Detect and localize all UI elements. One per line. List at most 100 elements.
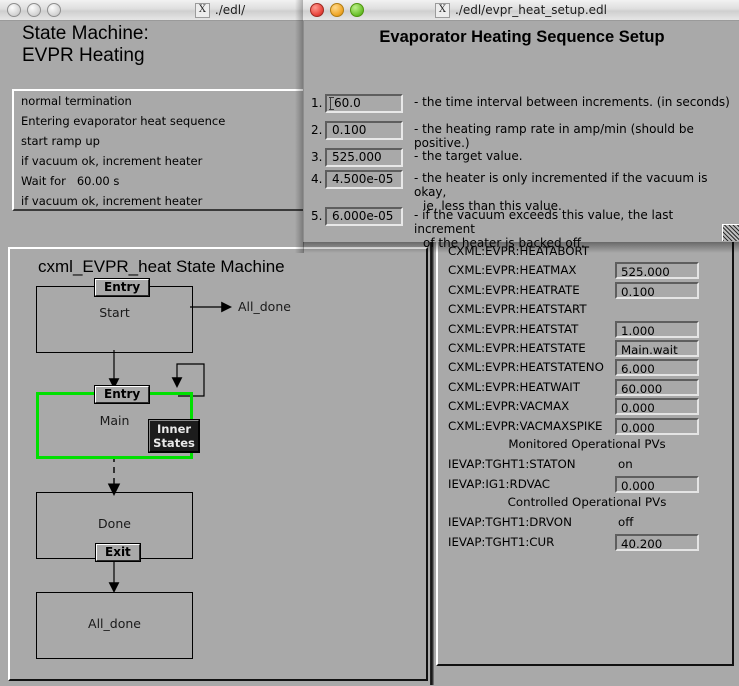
dialog-titlebar[interactable]: X ./edl/evpr_heat_setup.edl — [303, 0, 739, 21]
transition-label-all-done: All_done — [238, 299, 291, 314]
pv-list-panel: CXML:EVPR:HEATABORT CXML:EVPR:HEATMAX 525.… — [436, 238, 734, 666]
pv-value-field[interactable]: Main.wait — [615, 339, 699, 357]
message-log[interactable]: normal termination Entering evaporator h… — [12, 89, 307, 211]
entry-description-line2: of the heater is backed off. — [423, 236, 585, 250]
state-box-main[interactable]: Entry Main Inner States — [36, 386, 199, 459]
pv-value-field[interactable]: 40.200 — [615, 533, 699, 551]
pv-value-field[interactable]: 0.000 — [615, 398, 699, 416]
maximize-button[interactable] — [47, 3, 61, 17]
page-title-line1: State Machine: — [22, 23, 149, 44]
log-line: Wait for 60.00 s — [21, 174, 120, 188]
x-icon: X — [434, 2, 450, 18]
close-button[interactable] — [7, 3, 21, 17]
pv-name: CXML:EVPR:HEATRATE — [448, 282, 580, 297]
pv-row: CXML:EVPR:HEATSTAT 1.000 — [438, 320, 732, 340]
entry-description-line1: - the heating ramp rate in amp/min (shou… — [414, 122, 694, 150]
minimize-button[interactable] — [330, 3, 344, 17]
pv-name: CXML:EVPR:HEATSTATE — [448, 340, 586, 355]
pv-value-field[interactable]: 1.000 — [615, 320, 699, 338]
inner-states-line1: Inner — [156, 422, 192, 436]
pv-name: CXML:EVPR:HEATMAX — [448, 263, 577, 278]
entry-value-input[interactable]: 525.000 — [325, 148, 403, 167]
pv-section-header: Monitored Operational PVs — [438, 437, 732, 456]
entry-number: 3. — [311, 150, 323, 164]
pv-name: CXML:EVPR:VACMAXSPIKE — [448, 418, 603, 433]
inner-states-button[interactable]: Inner States — [149, 420, 199, 452]
pv-rows: CXML:EVPR:HEATABORT CXML:EVPR:HEATMAX 525.… — [438, 240, 732, 553]
close-button[interactable] — [310, 3, 324, 17]
pv-name: CXML:EVPR:HEATSTATENO — [448, 360, 604, 375]
state-entry-tag[interactable]: Entry — [95, 279, 150, 296]
maximize-button[interactable] — [350, 3, 364, 17]
entry-value-input[interactable]: 60.0 — [325, 94, 403, 113]
pv-value-field[interactable]: 6.000 — [615, 359, 699, 377]
entry-description: - the heating ramp rate in amp/min (shou… — [414, 122, 734, 150]
entry-description-line1: - the heater is only incremented if the … — [414, 171, 708, 199]
pv-row: CXML:EVPR:HEATWAIT 60.000 — [438, 378, 732, 398]
entry-description: - the heater is only incremented if the … — [414, 171, 734, 213]
pv-row: IEVAP:TGHT1:CUR 40.200 — [438, 533, 732, 553]
pv-row: CXML:EVPR:HEATSTATE Main.wait — [438, 339, 732, 359]
x-icon: X — [194, 2, 210, 18]
dialog-heading: Evaporator Heating Sequence Setup — [379, 28, 665, 46]
state-label: Start — [99, 305, 130, 320]
pv-value-field[interactable]: 0.000 — [615, 417, 699, 435]
entry-value-input[interactable]: 6.000e-05 — [325, 207, 403, 226]
pv-row: IEVAP:IG1:RDVAC 0.000 — [438, 475, 732, 495]
entry-value-text: 60.0 — [334, 96, 361, 110]
entry-number: 1. — [311, 96, 323, 110]
page-title-line2: EVPR Heating — [22, 45, 145, 66]
pv-section-label: Controlled Operational PVs — [507, 495, 667, 510]
pv-value-field[interactable]: 60.000 — [615, 378, 699, 396]
pv-name: IEVAP:TGHT1:STATON — [448, 457, 576, 472]
entry-description: - if the vacuum exceeds this value, the … — [414, 208, 734, 250]
pv-row: IEVAP:TGHT1:STATON on — [438, 456, 732, 475]
entry-description: - the target value. — [414, 149, 734, 163]
text-caret — [329, 97, 336, 110]
resize-grip[interactable] — [722, 224, 739, 241]
pv-row: CXML:EVPR:HEATSTART — [438, 301, 732, 320]
state-box-all-done[interactable]: All_done — [36, 592, 193, 659]
pv-row: CXML:EVPR:HEATSTATENO 6.000 — [438, 359, 732, 378]
entry-number: 4. — [311, 172, 323, 186]
entry-description: - the time interval between increments. … — [414, 95, 734, 109]
bg-window-buttons[interactable] — [0, 3, 61, 17]
dialog-title-group: X ./edl/evpr_heat_setup.edl — [303, 0, 739, 20]
minimize-button[interactable] — [27, 3, 41, 17]
pv-value-text: on — [618, 457, 633, 472]
log-line: if vacuum ok, increment heater — [21, 154, 203, 168]
pv-name: IEVAP:IG1:RDVAC — [448, 476, 550, 491]
state-box-start[interactable]: Entry Start — [36, 279, 193, 353]
pv-value-field[interactable]: 0.100 — [615, 281, 699, 299]
state-label: All_done — [88, 616, 141, 631]
entry-number: 2. — [311, 123, 323, 137]
pv-value-field[interactable]: 525.000 — [615, 262, 699, 280]
pv-row: CXML:EVPR:HEATMAX 525.000 — [438, 262, 732, 281]
state-machine-diagram-panel: cxml_EVPR_heat State Machine Entry Start… — [8, 247, 428, 681]
pv-name: CXML:EVPR:VACMAX — [448, 399, 570, 414]
pv-value-field[interactable]: 0.000 — [615, 475, 699, 493]
state-label: Done — [98, 516, 131, 531]
state-entry-tag[interactable]: Entry — [95, 386, 150, 403]
entry-description-line1: - the time interval between increments. … — [414, 95, 730, 109]
pv-row: CXML:EVPR:HEATRATE 0.100 — [438, 281, 732, 301]
dialog-window-buttons[interactable] — [303, 3, 364, 17]
inner-states-line2: States — [153, 436, 195, 450]
pv-row: CXML:EVPR:VACMAXSPIKE 0.000 — [438, 417, 732, 437]
log-line: if vacuum ok, increment heater — [21, 194, 203, 208]
pv-row: IEVAP:TGHT1:DRVON off — [438, 514, 732, 533]
state-exit-tag[interactable]: Exit — [96, 544, 140, 561]
entry-value-input[interactable]: 0.100 — [325, 121, 403, 140]
pv-section-label: Monitored Operational PVs — [508, 436, 666, 451]
pv-section-header: Controlled Operational PVs — [438, 495, 732, 514]
dialog-title: ./edl/evpr_heat_setup.edl — [454, 3, 608, 17]
pv-value-text: off — [618, 515, 634, 530]
bg-window-title: ./edl/ — [214, 3, 246, 17]
log-line: normal termination — [21, 94, 132, 108]
pv-name: IEVAP:TGHT1:DRVON — [448, 515, 572, 530]
pv-name: CXML:EVPR:HEATSTAT — [448, 321, 579, 336]
pv-row: CXML:EVPR:VACMAX 0.000 — [438, 398, 732, 417]
state-box-done[interactable]: Done Exit — [36, 492, 193, 561]
entry-value-input[interactable]: 4.500e-05 — [325, 170, 403, 189]
dialog-body: Evaporator Heating Sequence Setup 1. 60.0… — [303, 21, 739, 250]
